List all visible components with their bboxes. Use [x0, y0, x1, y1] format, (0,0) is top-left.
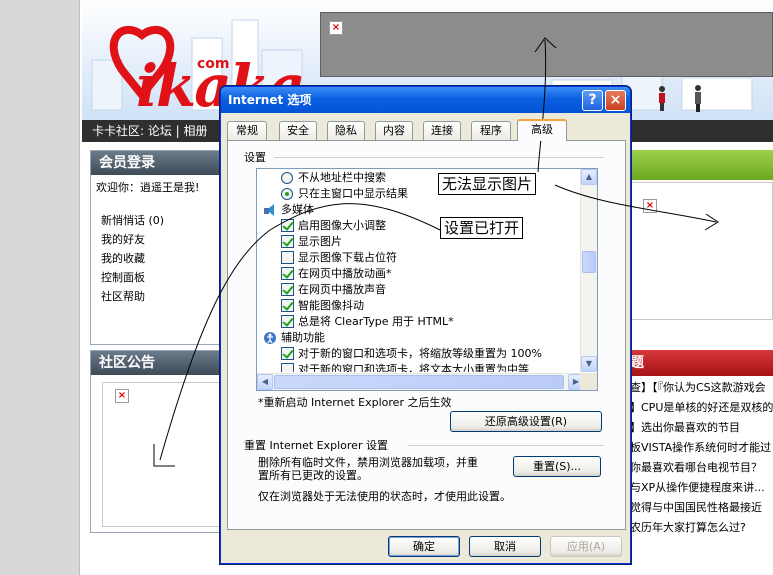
broken-image-icon: × [329, 21, 343, 35]
reset-description-line2: 置所有已更改的设置。 [258, 469, 368, 482]
checkbox-checked[interactable] [281, 347, 294, 360]
accessibility-icon [264, 332, 276, 344]
checkbox-checked[interactable] [281, 283, 294, 296]
member-panel-title: 会员登录 [91, 151, 221, 175]
news-item[interactable]: 】选出你最喜欢的节目 [630, 418, 773, 438]
close-button[interactable]: × [605, 90, 626, 111]
scroll-up-icon[interactable]: ▲ [581, 169, 597, 185]
horizontal-scroll-thumb[interactable] [274, 375, 564, 389]
ok-button[interactable]: 确定 [388, 536, 460, 557]
checkbox-checked[interactable] [281, 267, 294, 280]
scroll-left-icon[interactable]: ◀ [257, 374, 273, 390]
internet-options-dialog: Internet 选项 ? × 常规 安全 隐私 内容 连接 程序 高级 设置 … [220, 86, 631, 564]
checkbox-checked[interactable] [281, 315, 294, 328]
advanced-settings-list[interactable]: 不从地址栏中搜索 只在主窗口中显示结果 多媒体 启用图像大小调整 显示图片 显示… [256, 168, 598, 391]
restart-note: *重新启动 Internet Explorer 之后生效 [258, 396, 452, 409]
notice-panel-title: 社区公告 [91, 351, 221, 375]
broken-image-icon: × [643, 199, 657, 213]
checkbox-unchecked[interactable] [281, 363, 294, 372]
broken-image-icon: × [115, 389, 129, 403]
notice-content-box: × [102, 382, 230, 527]
horizontal-scrollbar[interactable]: ◀ ▶ [257, 373, 584, 390]
tab-connections[interactable]: 连接 [423, 121, 461, 140]
group-separator [274, 157, 604, 158]
vertical-scroll-thumb[interactable] [582, 251, 596, 273]
news-item[interactable]: 觉得与中国国民性格最接近 [630, 498, 773, 518]
reset-button[interactable]: 重置(S)... [513, 456, 601, 477]
news-item[interactable]: 与XP从操作便捷程度来讲... [630, 478, 773, 498]
news-item[interactable]: 你最喜欢看哪台电视节目？ [630, 458, 773, 478]
annotation-setting-on: 设置已打开 [440, 217, 524, 239]
group-separator [408, 445, 604, 446]
tab-general[interactable]: 常规 [227, 121, 267, 140]
member-login-panel: 会员登录 欢迎你：逍遥王是我! 新悄悄话 (0) 我的好友 我的收藏 控制面板 … [90, 150, 222, 345]
apply-button[interactable]: 应用(A) [550, 536, 622, 557]
people-figures [659, 85, 701, 112]
news-item[interactable]: 农历年大家打算怎么过? [630, 518, 773, 538]
poll-news-list: 查】【『你认为CS这款游戏会 】CPU是单核的好还是双核的 】选出你最喜欢的节目… [630, 378, 773, 538]
checkbox-unchecked[interactable] [281, 251, 294, 264]
tab-programs[interactable]: 程序 [471, 121, 511, 140]
tab-privacy[interactable]: 隐私 [327, 121, 365, 140]
restore-advanced-button[interactable]: 还原高级设置(R) [450, 411, 602, 432]
right-green-header [630, 150, 773, 180]
checkbox-checked[interactable] [281, 299, 294, 312]
multimedia-icon [264, 204, 274, 216]
settings-list-viewport: 不从地址栏中搜索 只在主窗口中显示结果 多媒体 启用图像大小调整 显示图片 显示… [257, 169, 584, 372]
checkbox-checked[interactable] [281, 219, 294, 232]
settings-group-label: 设置 [244, 151, 266, 164]
help-button[interactable]: ? [582, 90, 603, 111]
tab-security[interactable]: 安全 [279, 121, 317, 140]
scrollbar-corner [580, 373, 597, 390]
left-gray-strip [0, 0, 80, 575]
tab-advanced[interactable]: 高级 [517, 119, 567, 141]
reset-group-label: 重置 Internet Explorer 设置 [244, 439, 388, 452]
radio-on[interactable] [281, 188, 293, 200]
annotation-no-image: 无法显示图片 [438, 173, 537, 195]
welcome-text: 欢迎你：逍遥王是我! [96, 181, 200, 194]
news-item[interactable]: 查】【『你认为CS这款游戏会 [630, 378, 773, 398]
site-logo-com: com [197, 56, 230, 72]
member-link-friends[interactable]: 我的好友 [101, 230, 221, 249]
cancel-button[interactable]: 取消 [469, 536, 541, 557]
member-link-favorites[interactable]: 我的收藏 [101, 249, 221, 268]
right-red-title: 题 [630, 355, 644, 371]
member-links: 新悄悄话 (0) 我的好友 我的收藏 控制面板 社区帮助 [91, 195, 221, 306]
checkbox-checked[interactable] [281, 235, 294, 248]
right-red-header: 题 [630, 350, 773, 376]
radio-off[interactable] [281, 172, 293, 184]
reset-warning-note: 仅在浏览器处于无法使用的状态时，才使用此设置。 [258, 490, 511, 503]
news-item[interactable]: 板VISTA操作系统何时才能过 [630, 438, 773, 458]
news-item[interactable]: 】CPU是单核的好还是双核的 [630, 398, 773, 418]
advanced-tab-pane: 设置 不从地址栏中搜索 只在主窗口中显示结果 多媒体 启用图像大小调整 显示图片… [227, 140, 626, 530]
vertical-scrollbar[interactable]: ▲ ▼ [580, 169, 597, 372]
banner-ad-placeholder: × [320, 12, 773, 77]
member-link-help[interactable]: 社区帮助 [101, 287, 221, 306]
tab-content[interactable]: 内容 [375, 121, 413, 140]
member-link-control-panel[interactable]: 控制面板 [101, 268, 221, 287]
right-content-box: × [630, 182, 773, 320]
dialog-titlebar[interactable]: Internet 选项 ? × [221, 87, 630, 113]
nav-text[interactable]: 卡卡社区: 论坛 | 相册 [92, 124, 208, 138]
dialog-title: Internet 选项 [228, 93, 312, 107]
member-link-messages[interactable]: 新悄悄话 (0) [101, 211, 221, 230]
scroll-down-icon[interactable]: ▼ [581, 356, 597, 372]
